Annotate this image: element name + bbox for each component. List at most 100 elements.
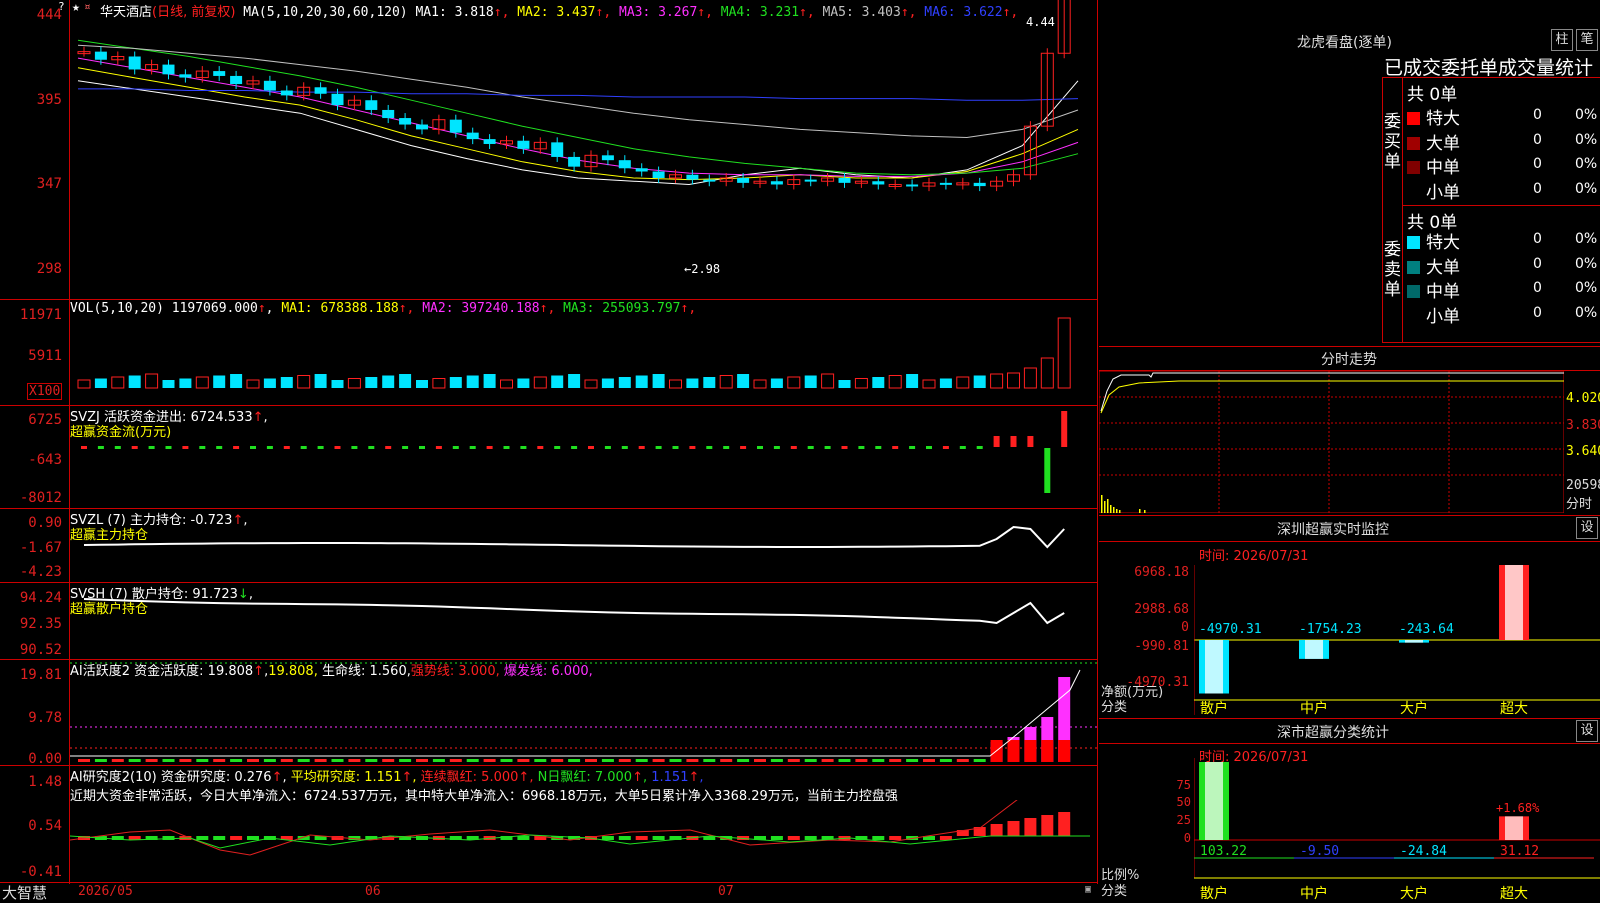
vol-bar [551,375,564,388]
classify-title: 深市超赢分类统计 [1277,725,1389,741]
ai-active-bar [585,759,597,762]
candle [770,181,783,185]
buy-color-swatch [1407,136,1420,150]
svzl-chart[interactable] [70,509,1097,582]
kline-chart-area[interactable]: ★ ¤ ? 华天酒店(日线, 前复权) MA(5,10,20,30,60,120… [0,0,1098,902]
date-tick-label: 2026/05 [78,884,133,899]
lock-icon[interactable]: ▣ [1085,884,1091,895]
candle [213,71,226,76]
svsh-chart[interactable] [70,583,1097,659]
svsh-tick-label: 90.52 [19,642,62,658]
monitor-bar-highlight [1405,640,1423,643]
intraday-panel[interactable]: 分时走势 4.020 3.830 3.640 20598 分时 [1099,346,1600,516]
ai-research-last: 1.151 [651,770,689,785]
sell-row: 特大 0 0% [1407,228,1600,253]
monitor-tick-label: 0 [1181,620,1189,635]
svzj-bar [1044,448,1051,493]
svzj-bar [740,446,747,449]
vol-chart[interactable] [70,300,1097,405]
vol-bar [753,379,767,389]
ai-active-bar [923,759,935,762]
ai-active-tick-label: 0.00 [28,751,62,767]
candle [601,155,614,161]
classify-value-label: 31.12 [1500,844,1539,859]
vol-bar [128,375,141,388]
svzj-bar [571,446,578,449]
vol-bar [990,373,1004,389]
svzj-bar [993,436,1000,447]
svzj-bar [233,446,240,449]
vol-bar [618,377,631,388]
svzj-bar [909,446,916,449]
monitor-value-label: 6968.18 [1497,565,1552,566]
ai-active-bar [111,759,124,762]
vol-bar [770,378,783,388]
vol-bar [145,373,159,389]
vol-bar [922,379,936,389]
classify-settings-button[interactable]: 设 [1576,720,1598,742]
svzj-bar [131,446,138,449]
svzj-bar [199,446,206,449]
candle [872,181,885,185]
intraday-vol-unit: 分时 [1566,497,1593,512]
ai-research-bar [787,836,800,840]
buy-row: 中单 0 0% [1407,153,1600,178]
monitor-time: 时间: 2026/07/31 [1199,549,1309,564]
svzj-chart[interactable] [70,406,1097,508]
svzj-bar [283,446,290,449]
ai-research-bar [517,836,530,840]
vol-bar [568,374,581,388]
intraday-tick-label: 3.640 [1566,444,1600,459]
vol-bar [1023,367,1037,389]
classify-tick-label: 50 [1176,795,1191,809]
candle [365,100,378,110]
svzj-bar [1027,436,1034,447]
svzj-bar [723,446,730,449]
date-tick-label: 07 [718,884,734,899]
svzl-tick-label: 0.90 [28,515,62,531]
vol-bar [939,378,952,388]
svsh-tick-label: 92.35 [19,616,62,632]
vol-bar [500,379,513,389]
vol-bar [449,377,462,388]
sell-pct: 0% [1575,280,1598,296]
candle [686,174,699,180]
monitor-value-label: -4970.31 [1199,622,1262,637]
ai-active-chart[interactable] [70,660,1097,765]
candle [703,179,716,182]
ai-active-bar [551,759,564,762]
vol-bar [246,379,260,389]
monitor-settings-button[interactable]: 设 [1576,517,1598,539]
vol-tick-label: 5911 [28,348,62,364]
vol-bar [635,375,648,388]
candle [314,87,327,94]
svzj-bar [300,446,307,449]
ai-research-chart[interactable] [70,800,1097,882]
price-tick-label: 298 [36,261,62,277]
lhb-bar-button[interactable]: 柱 [1551,29,1573,51]
svzj-bar [706,446,713,449]
classify-category-name: 散户 [1200,885,1228,900]
ai-active-bar [314,759,327,762]
lhb-panel: 龙虎看盘(逐单) 柱 笔 已成交委托单成交量统计 委买单 委卖单 共 0单 特大… [1099,0,1600,343]
svzj-bar [942,446,949,449]
svzj-bar [554,446,561,449]
candle [517,140,530,149]
svzj-bar [148,446,155,449]
intraday-chart[interactable] [1099,371,1564,513]
svzj-bar [655,446,662,449]
candle [94,51,107,60]
candle [399,118,412,125]
candle [263,80,276,91]
buy-total: 共 0单 [1407,85,1458,105]
svzj-bar [368,446,375,449]
intraday-vol-bar [1113,507,1115,513]
lhb-tick-button[interactable]: 笔 [1576,29,1598,51]
price-chart[interactable] [70,0,1097,299]
sell-row: 小单 0 0% [1407,302,1600,327]
buy-row: 大单 0 0% [1407,129,1600,154]
ai-active-bar [196,759,209,762]
candle [635,168,648,172]
ai-research-header: AI研究度2(10) 资金研究度: 0.276↑, 平均研究度: 1.151↑,… [70,770,704,785]
vol-bar [1057,317,1071,389]
